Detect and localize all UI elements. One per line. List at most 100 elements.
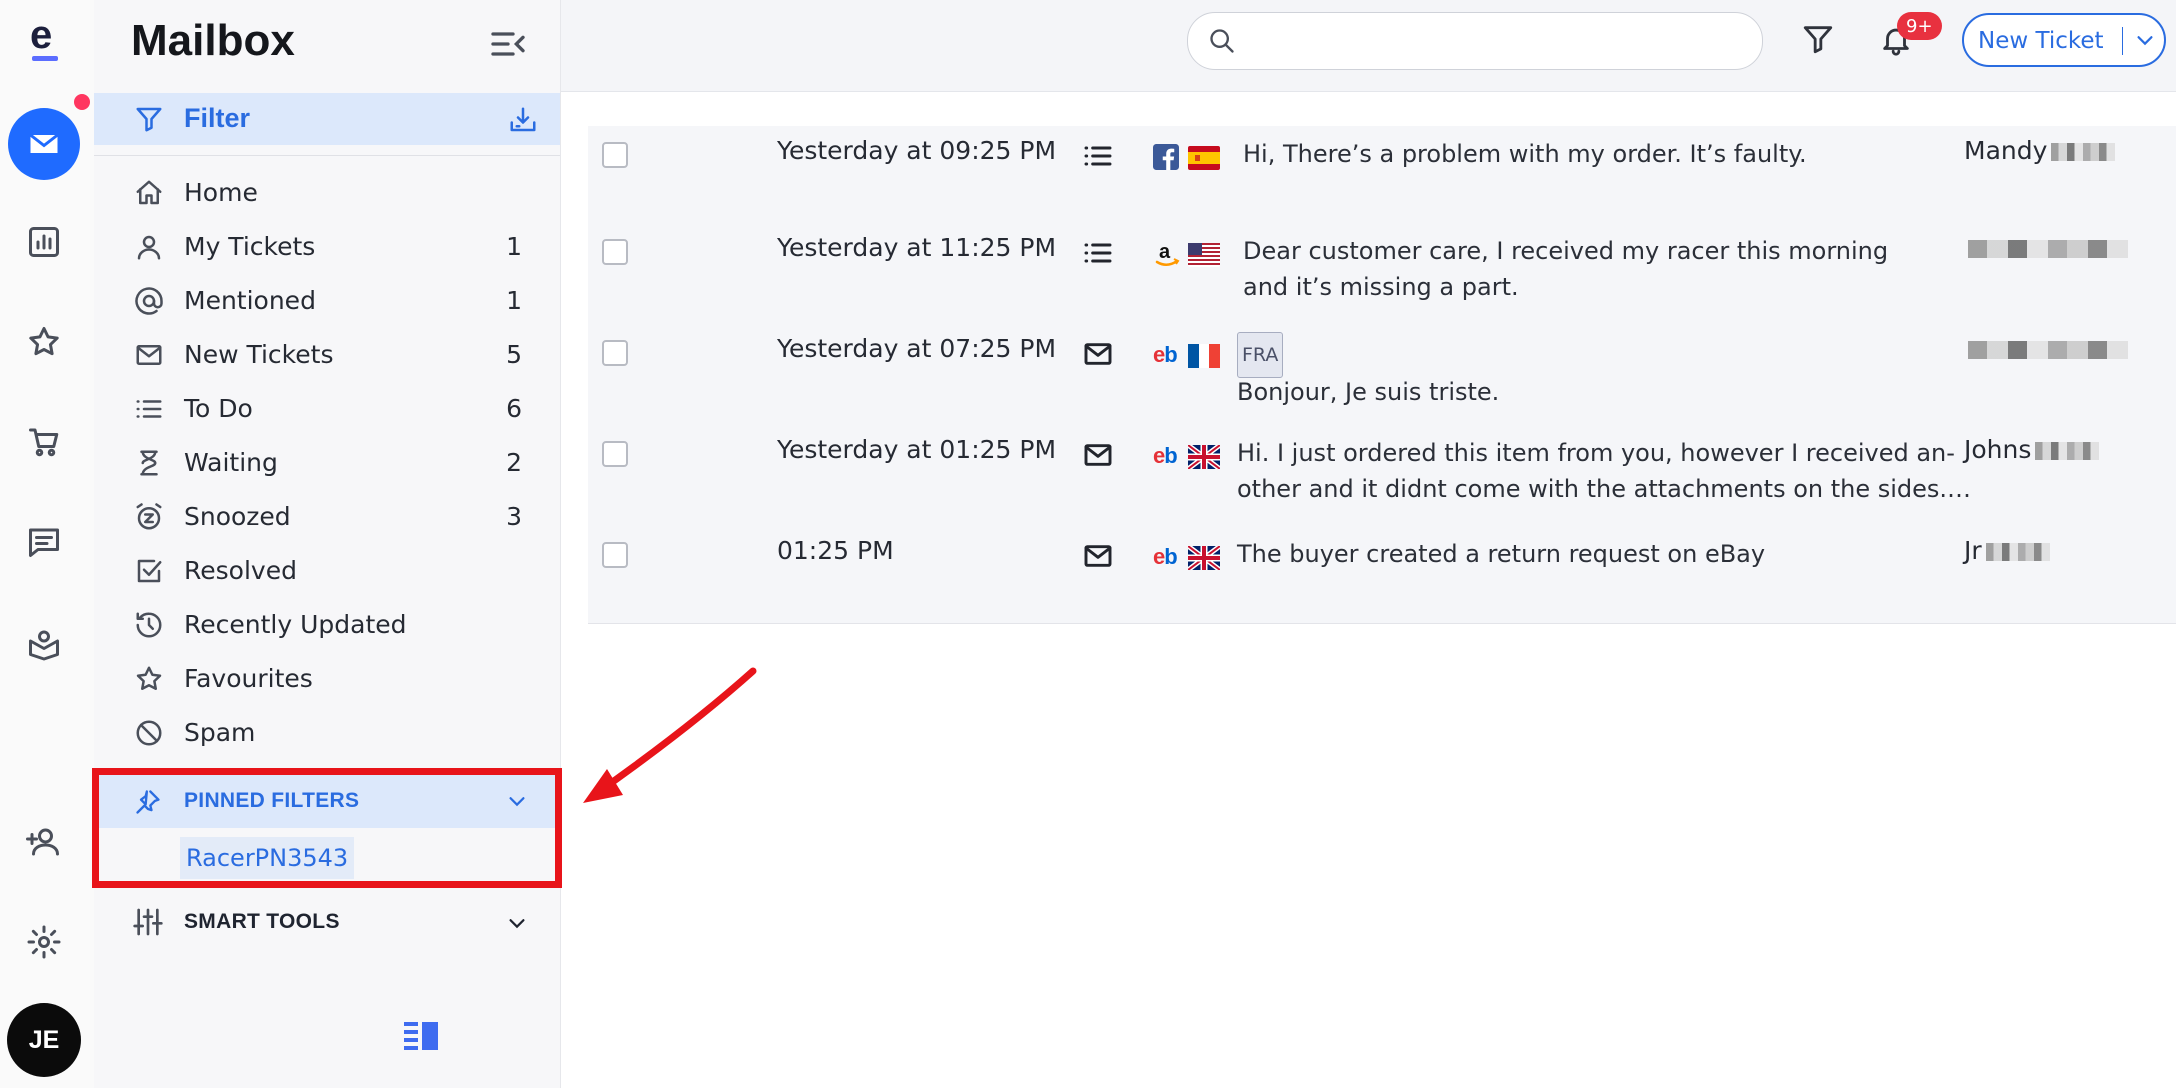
snooze-icon bbox=[134, 502, 164, 532]
sidebar-item-home[interactable]: Home bbox=[94, 168, 560, 218]
sidebar-item-label: To Do bbox=[184, 394, 253, 423]
row-checkbox[interactable] bbox=[602, 142, 628, 168]
mail-icon bbox=[1082, 540, 1114, 576]
filter-icon[interactable] bbox=[1801, 22, 1835, 60]
app-logo[interactable]: e bbox=[0, 13, 88, 68]
redacted-name bbox=[2035, 442, 2100, 460]
sidebar-item-new-tickets[interactable]: New Tickets 5 bbox=[94, 330, 560, 380]
table-row[interactable]: 01:25 PM eb The buyer created a return req… bbox=[588, 526, 2176, 624]
sidebar-item-spam[interactable]: Spam bbox=[94, 708, 560, 758]
flag-fr-icon bbox=[1188, 344, 1220, 368]
download-icon[interactable] bbox=[508, 105, 538, 139]
search-input[interactable] bbox=[1246, 23, 1750, 59]
row-checkbox[interactable] bbox=[602, 239, 628, 265]
sidebar-item-label: Spam bbox=[184, 718, 256, 747]
smart-tools-header[interactable]: SMART TOOLS bbox=[94, 896, 560, 948]
sidebar: Mailbox Filter Home My Tickets 1 Mentioned 1… bbox=[94, 0, 561, 1088]
avatar[interactable]: JE bbox=[7, 1003, 81, 1077]
panel-layout-icon[interactable] bbox=[404, 1020, 440, 1058]
sidebar-item-label: Resolved bbox=[184, 556, 297, 585]
ticket-subject: Bonjour, Je suis triste. bbox=[1237, 378, 1500, 406]
add-user-icon[interactable] bbox=[0, 810, 88, 874]
sidebar-item-resolved[interactable]: Resolved bbox=[94, 546, 560, 596]
table-row[interactable]: Yesterday at 09:25 PM Hi, There’s a probl… bbox=[588, 126, 2176, 224]
ticket-customer bbox=[1964, 233, 2128, 262]
ticket-date: 01:25 PM bbox=[777, 536, 894, 565]
chevron-down-icon[interactable] bbox=[2134, 29, 2156, 55]
new-ticket-label: New Ticket bbox=[1978, 28, 2104, 54]
annotation-arrow bbox=[583, 667, 757, 803]
sidebar-item-favourites[interactable]: Favourites bbox=[94, 654, 560, 704]
sliders-icon bbox=[132, 906, 164, 942]
sidebar-item-waiting[interactable]: Waiting 2 bbox=[94, 438, 560, 488]
ticket-subject: Dear customer care, I received my racer … bbox=[1243, 237, 1889, 265]
facebook-icon bbox=[1153, 144, 1179, 174]
star-icon[interactable] bbox=[0, 310, 88, 374]
sidebar-item-label: Mentioned bbox=[184, 286, 316, 315]
mail-icon[interactable] bbox=[8, 108, 80, 180]
ticket-subject: Hi. I just ordered this item from you, h… bbox=[1237, 439, 1955, 467]
ebay-icon: eb bbox=[1153, 342, 1178, 367]
sidebar-item-count: 3 bbox=[506, 502, 522, 531]
chevron-down-icon[interactable] bbox=[506, 912, 528, 938]
sidebar-item-label: New Tickets bbox=[184, 340, 334, 369]
table-row[interactable]: Yesterday at 07:25 PM eb FRA Bonjour, Je su… bbox=[588, 324, 2176, 426]
redacted-name bbox=[1985, 543, 2050, 561]
notification-badge: 9+ bbox=[1897, 12, 1942, 40]
ebay-icon: eb bbox=[1153, 544, 1178, 569]
search-box[interactable] bbox=[1187, 12, 1763, 70]
star-icon bbox=[134, 664, 164, 694]
svg-text:e: e bbox=[30, 14, 52, 57]
list-icon bbox=[1082, 237, 1114, 273]
chat-icon[interactable] bbox=[0, 510, 88, 574]
cart-icon[interactable] bbox=[0, 410, 88, 474]
sidebar-item-label: Snoozed bbox=[184, 502, 291, 531]
sidebar-item-count: 1 bbox=[506, 286, 522, 315]
row-checkbox[interactable] bbox=[602, 340, 628, 366]
home-icon bbox=[134, 178, 164, 208]
new-ticket-button[interactable]: New Ticket bbox=[1962, 13, 2166, 67]
knowledge-icon[interactable] bbox=[0, 612, 88, 676]
unread-dot bbox=[74, 94, 90, 110]
sidebar-item-snoozed[interactable]: Snoozed 3 bbox=[94, 492, 560, 542]
redacted-name bbox=[1968, 240, 2128, 258]
history-icon bbox=[134, 610, 164, 640]
ticket-customer bbox=[1964, 334, 2128, 363]
table-row[interactable]: Yesterday at 11:25 PM a Dear customer care… bbox=[588, 223, 2176, 325]
ticket-subject-continued: other and it didnt come with the attachm… bbox=[1237, 475, 1972, 503]
row-checkbox[interactable] bbox=[602, 441, 628, 467]
redacted-name bbox=[2051, 143, 2116, 161]
sidebar-item-recently-updated[interactable]: Recently Updated bbox=[94, 600, 560, 650]
ticket-subject: The buyer created a return request on eB… bbox=[1237, 540, 1766, 568]
filter-label: Filter bbox=[184, 103, 251, 133]
flag-gb-icon bbox=[1186, 443, 1222, 471]
top-bar: 9+ New Ticket bbox=[561, 0, 2176, 92]
ticket-customer: Johns bbox=[1964, 435, 2100, 464]
ticket-customer: Mandy bbox=[1964, 136, 2116, 165]
ticket-date: Yesterday at 09:25 PM bbox=[777, 136, 1057, 165]
check-square-icon bbox=[134, 556, 164, 586]
sidebar-item-count: 2 bbox=[506, 448, 522, 477]
sidebar-item-to-do[interactable]: To Do 6 bbox=[94, 384, 560, 434]
sidebar-item-mentioned[interactable]: Mentioned 1 bbox=[94, 276, 560, 326]
sidebar-item-my-tickets[interactable]: My Tickets 1 bbox=[94, 222, 560, 272]
smart-tools-label: SMART TOOLS bbox=[184, 910, 340, 933]
gear-icon[interactable] bbox=[0, 910, 88, 974]
ticket-date: Yesterday at 07:25 PM bbox=[777, 334, 1057, 363]
filter-button[interactable]: Filter bbox=[94, 93, 560, 145]
collapse-sidebar-icon[interactable] bbox=[488, 24, 528, 64]
ticket-subject-continued: and it’s missing a part. bbox=[1243, 273, 1519, 301]
list-icon bbox=[1082, 140, 1114, 176]
sidebar-item-label: Waiting bbox=[184, 448, 278, 477]
row-checkbox[interactable] bbox=[602, 542, 628, 568]
list-icon bbox=[134, 394, 164, 424]
sidebar-item-label: Recently Updated bbox=[184, 610, 407, 639]
sidebar-item-count: 1 bbox=[506, 232, 522, 261]
sidebar-item-label: Favourites bbox=[184, 664, 313, 693]
mail-icon bbox=[1082, 338, 1114, 374]
sidebar-item-label: Home bbox=[184, 178, 258, 207]
bar-chart-icon[interactable] bbox=[0, 210, 88, 274]
sidebar-item-count: 6 bbox=[506, 394, 522, 423]
table-row[interactable]: Yesterday at 01:25 PM eb Hi. I just ordere… bbox=[588, 425, 2176, 527]
funnel-icon bbox=[134, 104, 164, 138]
